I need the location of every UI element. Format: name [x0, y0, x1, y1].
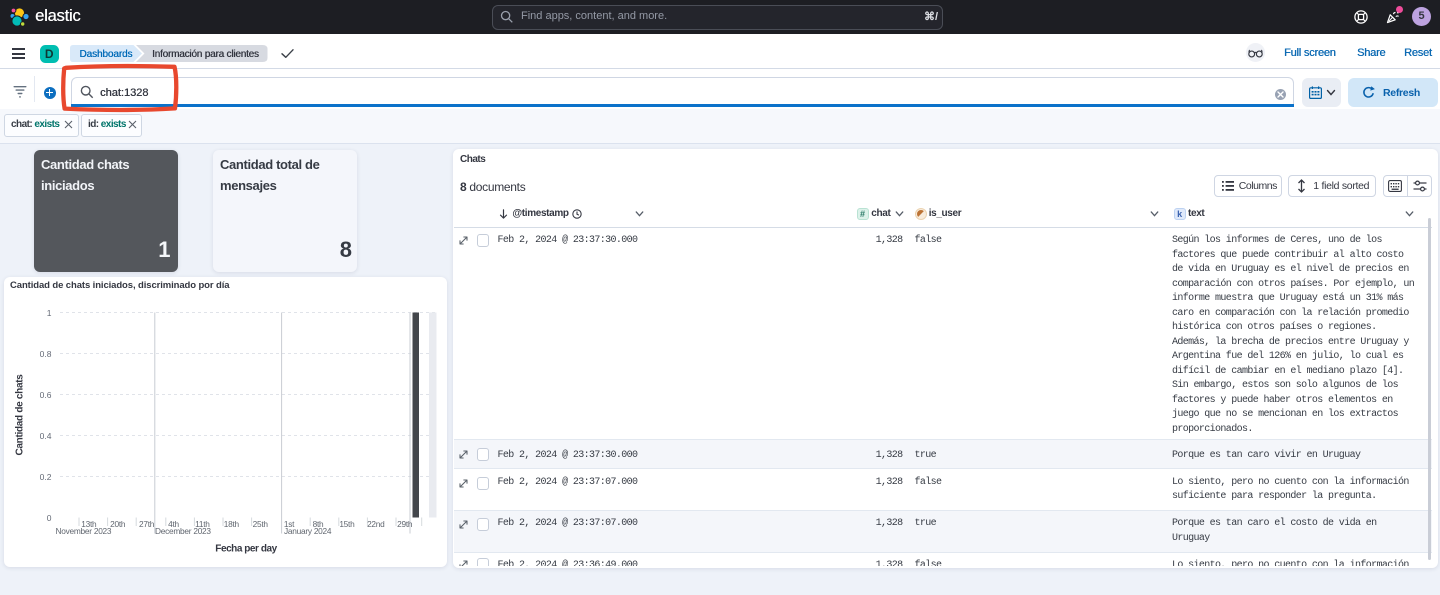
svg-text:0.2: 0.2	[40, 472, 52, 482]
svg-text:1: 1	[47, 308, 52, 318]
svg-text:29th: 29th	[397, 519, 413, 529]
svg-text:18th: 18th	[224, 519, 240, 529]
svg-text:0: 0	[47, 513, 52, 523]
svg-text:December 2023: December 2023	[155, 526, 211, 536]
svg-text:27th: 27th	[139, 519, 155, 529]
svg-text:November 2023: November 2023	[56, 526, 112, 536]
svg-text:Cantidad de chats: Cantidad de chats	[15, 374, 26, 456]
svg-text:15th: 15th	[339, 519, 355, 529]
svg-text:22nd: 22nd	[367, 519, 385, 529]
svg-text:0.4: 0.4	[40, 431, 52, 441]
svg-text:0.8: 0.8	[40, 349, 52, 359]
svg-text:January 2024: January 2024	[284, 526, 332, 536]
svg-text:20th: 20th	[110, 519, 126, 529]
svg-text:0.6: 0.6	[40, 390, 52, 400]
svg-text:25th: 25th	[253, 519, 269, 529]
svg-text:Fecha per day: Fecha per day	[215, 544, 277, 555]
